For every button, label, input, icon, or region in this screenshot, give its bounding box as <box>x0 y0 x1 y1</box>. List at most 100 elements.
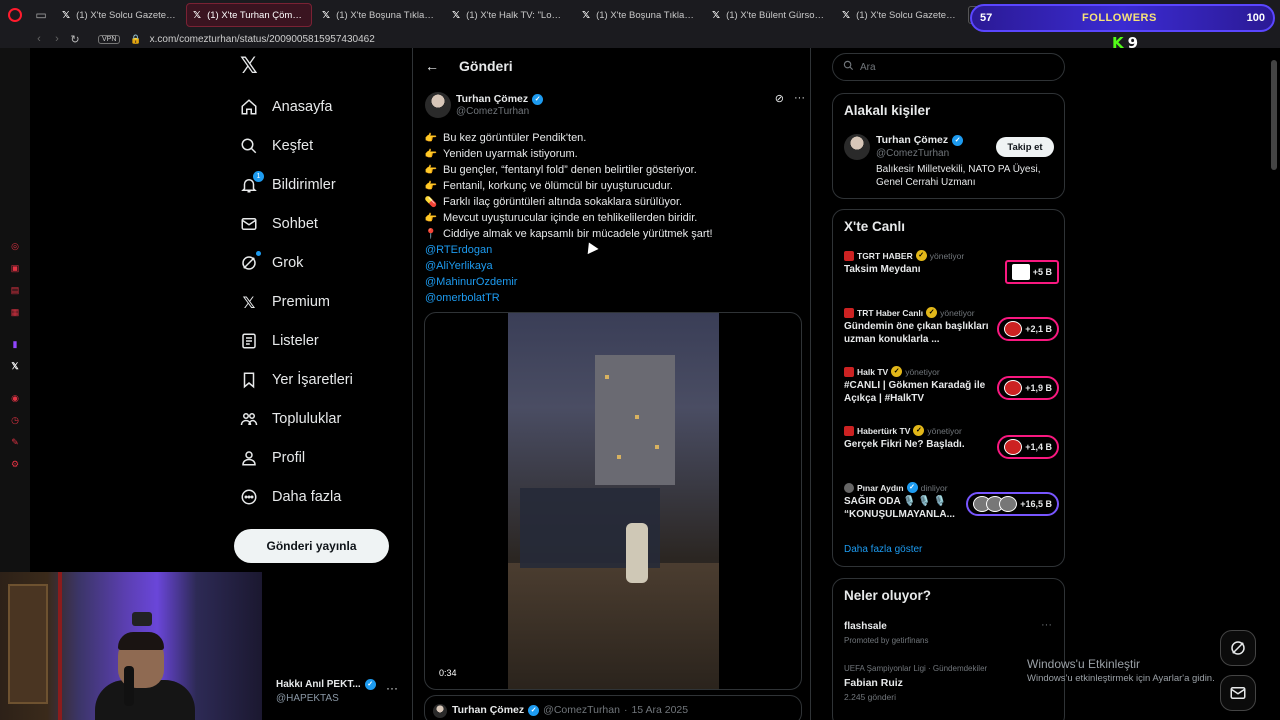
mention-link[interactable]: @MahinurOzdemir <box>425 274 805 290</box>
x-favicon-icon: 𝕏 <box>452 9 461 21</box>
opera-logo-icon[interactable] <box>0 0 30 30</box>
promoted-trend[interactable]: flashsale <box>844 621 887 632</box>
live-pill[interactable]: +5 B <box>1004 260 1059 284</box>
browser-tab[interactable]: 𝕏 (1) X'te Boşuna Tıklama: " <box>316 3 442 27</box>
more-icon[interactable]: ··· <box>386 681 398 695</box>
verified-gold-icon: ✓ <box>926 307 938 318</box>
live-item[interactable]: TGRT HABER ✓ yönetiyor Taksim Meydanı +5 B <box>844 250 1059 300</box>
live-pill[interactable]: +1,9 B <box>997 376 1059 400</box>
nav-item-home[interactable]: Anasayfa <box>240 93 332 121</box>
follow-button[interactable]: Takip et <box>996 137 1054 157</box>
post-line: 👉 Bu kez görüntüler Pendik'ten. <box>424 132 587 144</box>
grok-explain-icon[interactable]: ⊘ <box>775 92 784 105</box>
followers-goal-overlay: 57 FOLLOWERS 100 <box>970 4 1275 32</box>
author-handle[interactable]: @ComezTurhan <box>456 106 529 117</box>
crypto-wallet-icon[interactable]: ▣ <box>9 262 21 274</box>
live-item[interactable]: Pınar Aydın ✓ dinliyor SAĞIR ODA 🎙️ 🎙️ 🎙️ … <box>844 482 1059 532</box>
reload-icon[interactable]: ↻ <box>66 33 84 46</box>
nav-item-chat[interactable]: Sohbet <box>240 210 318 238</box>
live-item[interactable]: Halk TV ✓ yönetiyor #CANLI | Gökmen Karada… <box>844 366 1059 416</box>
followers-goal: 100 <box>1246 12 1265 24</box>
tab-overview-icon[interactable]: ▭ <box>30 0 52 30</box>
live-title: #CANLI | Gökmen Karadağ ile Açıkça | #Ha… <box>844 380 986 404</box>
browser-tab[interactable]: 𝕏(1) X'te Solcu Gazete: "İsta <box>836 3 962 27</box>
related-name[interactable]: Turhan Çömez ✓ <box>876 134 964 146</box>
player-icon[interactable]: ▦ <box>9 306 21 318</box>
avatar[interactable] <box>425 92 451 118</box>
trend-name[interactable]: Fabian Ruiz <box>844 677 903 689</box>
search-input[interactable]: Ara <box>832 53 1065 81</box>
url-field[interactable]: x.com/comezturhan/status/200900581595743… <box>150 34 375 45</box>
live-pill[interactable]: +1,4 B <box>997 435 1059 459</box>
history-icon[interactable]: ◷ <box>9 414 21 426</box>
video-player[interactable]: 0:34 <box>424 312 802 690</box>
x-sidebar-icon[interactable]: 𝕏 <box>9 360 21 372</box>
shelf <box>8 584 48 704</box>
building <box>595 355 675 485</box>
vpn-badge[interactable]: VPN <box>98 34 121 44</box>
followers-current: 57 <box>980 12 993 24</box>
pinboard-icon[interactable]: ◉ <box>9 392 21 404</box>
mention-link[interactable]: @omerbolatTR <box>425 290 805 306</box>
video-frame[interactable] <box>508 313 719 689</box>
author-name[interactable]: Turhan Çömez ✓ <box>456 93 544 105</box>
nav-item-lists[interactable]: Listeler <box>240 327 319 355</box>
messenger-icon[interactable]: ▤ <box>9 284 21 296</box>
nav-item-premium[interactable]: 𝕏 Premium <box>240 288 330 316</box>
browser-tab[interactable]: 𝕏 (1) X'te Halk TV: "Lodos, i <box>446 3 572 27</box>
twitch-icon[interactable]: ▮ <box>9 338 21 350</box>
nav-item-profile[interactable]: Profil <box>240 444 305 472</box>
speaker-avatar <box>999 496 1018 512</box>
search-icon <box>843 60 854 74</box>
extensions-icon[interactable]: ✎ <box>9 436 21 448</box>
address-bar: ‹ › ↻ VPN 🔒 x.com/comezturhan/status/200… <box>0 30 1280 48</box>
live-pill[interactable]: +2,1 B <box>997 317 1059 341</box>
nav-item-communities[interactable]: Topluluklar <box>240 405 341 433</box>
more-icon[interactable]: ··· <box>1041 619 1052 631</box>
account-switcher[interactable]: Hakkı Anıl PEKT... ✓ @HAPEKTAS ··· <box>260 675 410 715</box>
post-line: 👉 Bu gençler, “fentanyl fold” denen belir… <box>424 164 697 176</box>
trend-category: UEFA Şampiyonlar Ligi · Gündemdekiler <box>844 664 988 673</box>
back-icon[interactable]: ‹ <box>30 33 48 45</box>
forward-icon[interactable]: › <box>48 33 66 45</box>
live-item[interactable]: Habertürk TV ✓ yönetiyor Gerçek Fikri Ne? … <box>844 425 1059 475</box>
grok-icon <box>1231 641 1245 655</box>
account-handle: @HAPEKTAS <box>276 693 339 704</box>
back-arrow-icon[interactable]: ← <box>425 58 439 74</box>
page-title: Gönderi <box>459 58 513 74</box>
avatar[interactable] <box>844 134 870 160</box>
verified-gold-icon: ✓ <box>913 425 925 436</box>
lock-icon[interactable]: 🔒 <box>130 34 141 45</box>
nav-item-explore[interactable]: Keşfet <box>240 132 313 160</box>
messages-fab-button[interactable] <box>1220 675 1256 711</box>
page-scrollbar[interactable] <box>1270 48 1278 720</box>
mention-link[interactable]: @RTErdogan <box>425 242 805 258</box>
show-more-link[interactable]: Daha fazla göster <box>844 544 922 555</box>
nav-item-bookmarks[interactable]: Yer İşaretleri <box>240 366 353 394</box>
aria-icon[interactable]: ◎ <box>9 240 21 252</box>
scrollbar-thumb[interactable] <box>1271 60 1277 170</box>
microphone <box>124 666 134 706</box>
live-host: Habertürk TV ✓ yönetiyor <box>844 425 962 436</box>
mention-link[interactable]: @AliYerlikaya <box>425 258 805 274</box>
quoted-author: Turhan Çömez ✓ @ComezTurhan · 15 Ara 202… <box>452 704 689 716</box>
shelf-edge <box>58 572 62 720</box>
more-icon[interactable]: ··· <box>794 92 805 105</box>
nav-item-grok[interactable]: Grok <box>240 249 303 277</box>
grok-fab-button[interactable] <box>1220 630 1256 666</box>
list-icon <box>240 332 258 350</box>
nav-item-notifications[interactable]: 1 Bildirimler <box>240 171 336 199</box>
nav-item-more[interactable]: Daha fazla <box>240 483 341 511</box>
browser-tab[interactable]: 𝕏(1) X'te Solcu Gazete: "İsta <box>56 3 182 27</box>
space-pill[interactable]: +16,5 B <box>966 492 1059 516</box>
browser-tab[interactable]: 𝕏 (1) X'te Bülent Gürsoy: "M <box>706 3 832 27</box>
x-logo-icon[interactable]: 𝕏 <box>240 54 258 79</box>
browser-tab-active[interactable]: 𝕏(1) X'te Turhan Çömez: "👉 <box>186 3 312 27</box>
trends-panel: Neler oluyor? flashsale Promoted by geti… <box>832 578 1065 720</box>
browser-tab[interactable]: 𝕏 (1) X'te Boşuna Tıklama: " <box>576 3 702 27</box>
quoted-post[interactable]: Turhan Çömez ✓ @ComezTurhan · 15 Ara 202… <box>424 695 802 720</box>
live-item[interactable]: TRT Haber Canlı ✓ yönetiyor Gündemin öne ç… <box>844 307 1059 357</box>
post-button[interactable]: Gönderi yayınla <box>234 529 389 563</box>
person-icon <box>240 449 258 467</box>
settings-icon[interactable]: ⚙ <box>9 458 21 470</box>
